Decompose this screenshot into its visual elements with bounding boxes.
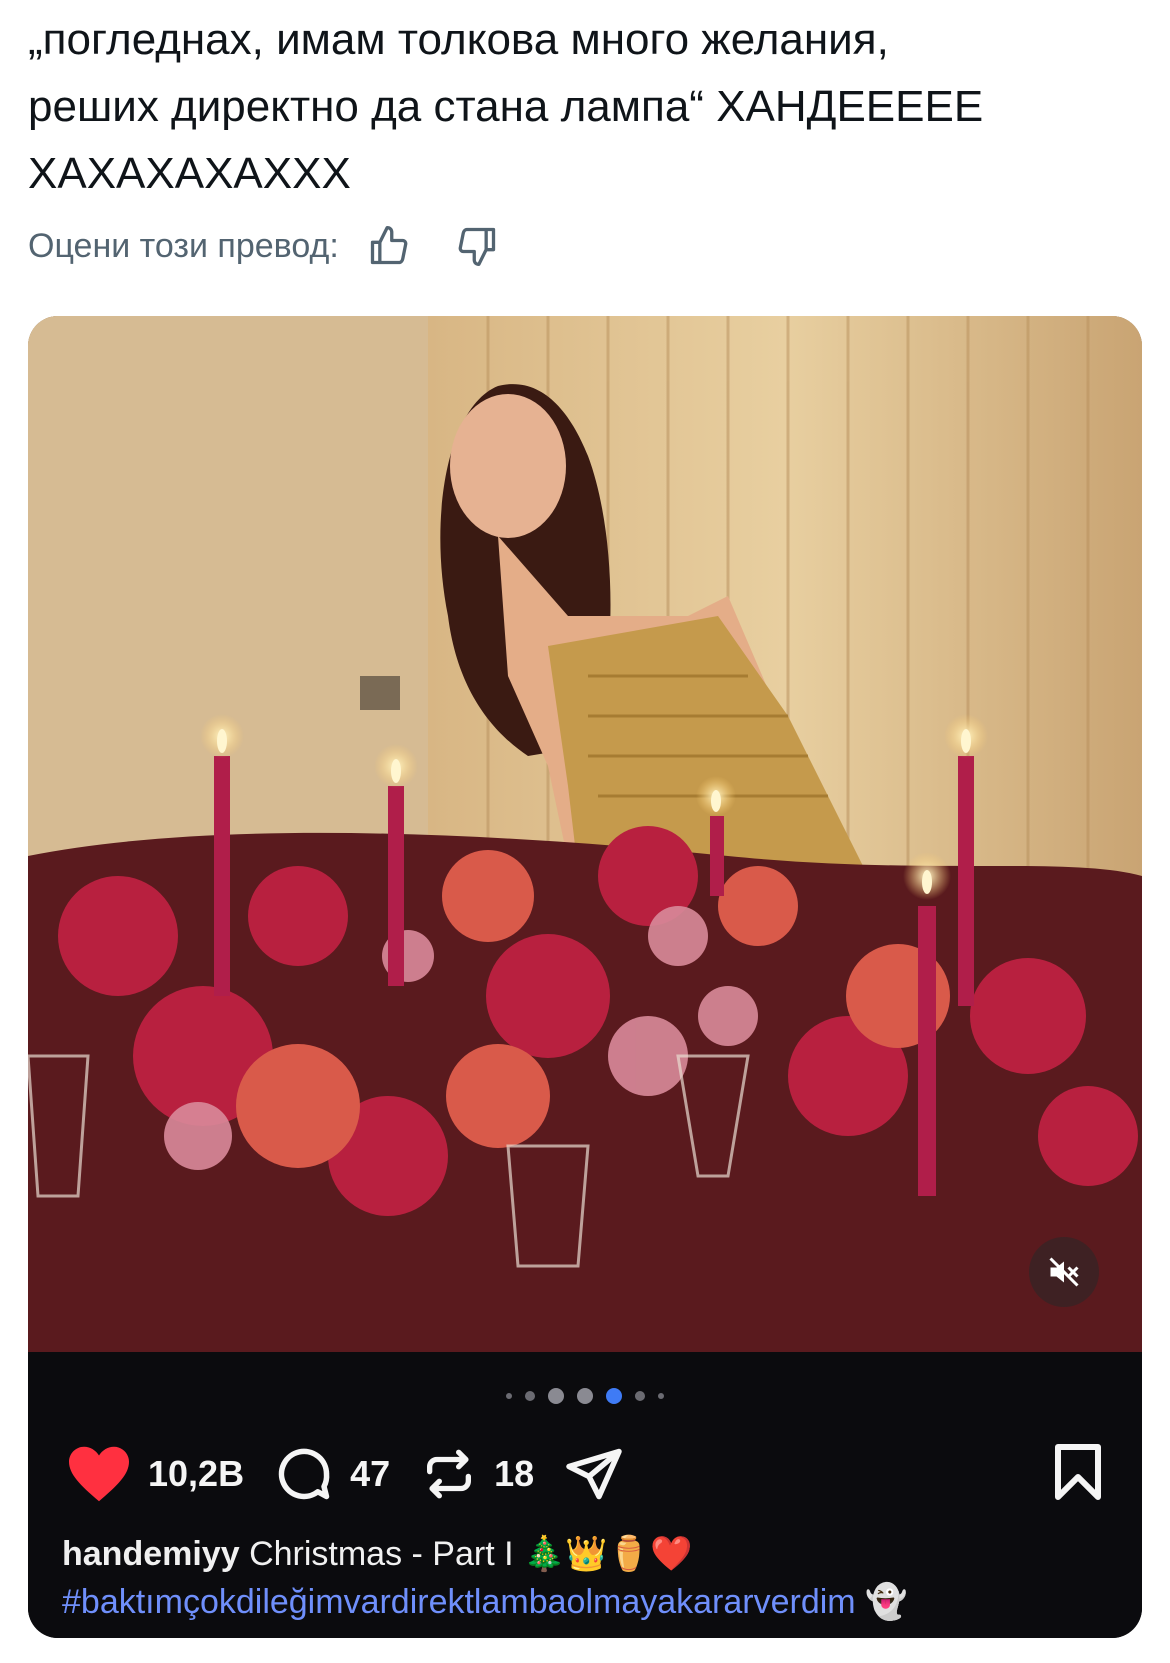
repost-button[interactable]: 18 bbox=[420, 1445, 534, 1503]
mute-toggle[interactable] bbox=[1029, 1237, 1099, 1307]
carousel-dot bbox=[577, 1388, 593, 1404]
carousel-dot bbox=[658, 1393, 664, 1399]
carousel-dot bbox=[548, 1388, 564, 1404]
post-actions: 10,2В 47 18 bbox=[66, 1434, 1106, 1514]
like-count: 10,2В bbox=[148, 1453, 245, 1494]
translation-rating: Оцени този превод: bbox=[28, 218, 541, 274]
instagram-post-footer: 10,2В 47 18 handemiyy Christmas - Part I… bbox=[28, 1352, 1142, 1638]
comment-count: 47 bbox=[350, 1453, 391, 1494]
repost-icon bbox=[427, 1449, 472, 1499]
like-button[interactable]: 10,2В bbox=[66, 1444, 244, 1504]
carousel-dot-active bbox=[606, 1388, 622, 1404]
caption-text: Christmas - Part I 🎄👑⚱️❤️ bbox=[249, 1535, 693, 1573]
carousel-dot bbox=[635, 1391, 645, 1401]
embedded-instagram-post[interactable]: 10,2В 47 18 handemiyy Christmas - Part I… bbox=[28, 316, 1142, 1638]
carousel-dot bbox=[506, 1393, 512, 1399]
save-button[interactable] bbox=[1050, 1442, 1106, 1507]
comment-icon bbox=[278, 1448, 330, 1500]
carousel-indicator[interactable] bbox=[28, 1388, 1142, 1404]
rate-translation-label: Оцени този превод: bbox=[28, 226, 339, 265]
hashtag-link[interactable]: #baktımçokdileğimvardirektlambaolmayakar… bbox=[62, 1578, 1122, 1626]
carousel-dot bbox=[525, 1391, 535, 1401]
repost-count: 18 bbox=[494, 1453, 535, 1494]
share-button[interactable] bbox=[564, 1444, 624, 1504]
thumbs-up-icon[interactable] bbox=[365, 222, 413, 270]
speaker-muted-icon bbox=[1049, 1257, 1079, 1287]
post-caption: handemiyy Christmas - Part I 🎄👑⚱️❤️ #bak… bbox=[62, 1530, 1122, 1626]
username-link[interactable]: handemiyy bbox=[62, 1535, 240, 1573]
thumbs-down-icon[interactable] bbox=[453, 222, 501, 270]
post-photo[interactable] bbox=[28, 316, 1142, 1352]
comment-button[interactable]: 47 bbox=[274, 1444, 390, 1504]
tweet-text: „погледнах, имам толкова много желания, … bbox=[28, 15, 984, 198]
heart-icon bbox=[69, 1446, 129, 1502]
send-icon bbox=[566, 1448, 622, 1500]
bookmark-icon bbox=[1055, 1444, 1101, 1500]
